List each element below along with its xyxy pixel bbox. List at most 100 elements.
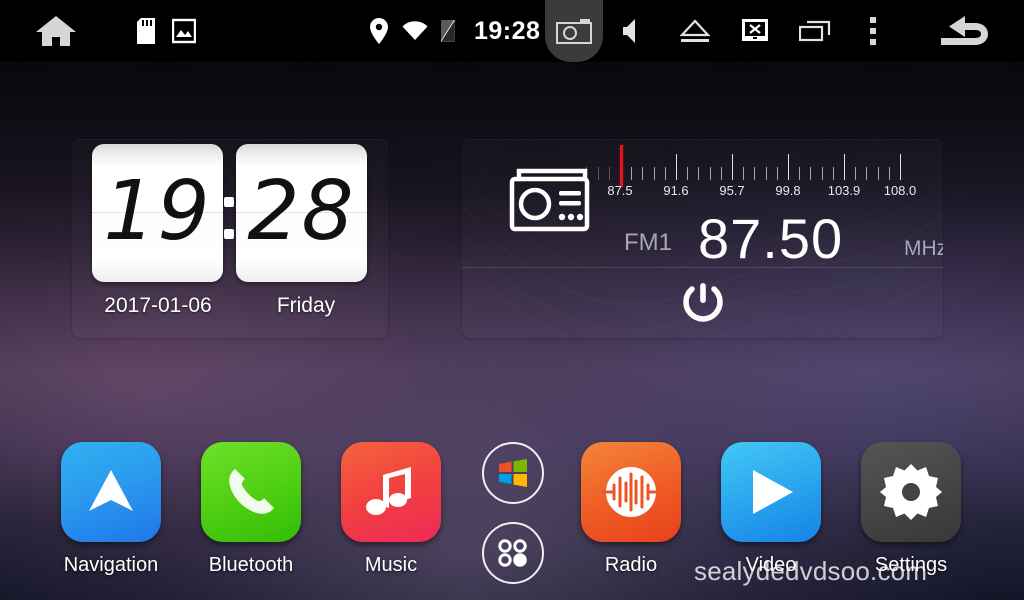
radio-readout: FM1 87.50 MHz	[620, 207, 943, 270]
app-dock: Navigation Bluetooth Music Radio Video S…	[0, 430, 1024, 600]
scale-tick-minor	[855, 167, 856, 180]
overflow-menu-icon[interactable]	[853, 0, 893, 62]
windows-button[interactable]	[482, 442, 544, 504]
radio-widget[interactable]: 87.5 91.6 95.7 99.8 103.9 108.0 FM1 87.50 MHz	[462, 139, 943, 338]
volume-icon[interactable]	[613, 0, 657, 62]
radio-wave-icon	[601, 467, 661, 517]
scale-tick-minor	[878, 167, 879, 180]
scale-label: 108.0	[883, 183, 917, 198]
scale-label: 103.9	[827, 183, 861, 198]
all-apps-button[interactable]	[482, 522, 544, 584]
app-bluetooth[interactable]: Bluetooth	[171, 430, 331, 577]
scale-tick-minor	[721, 167, 722, 180]
scale-tick-minor	[586, 167, 588, 180]
clock-minute-value: 28	[247, 163, 356, 259]
back-icon[interactable]	[930, 0, 996, 62]
scale-tick-major	[900, 154, 901, 180]
app-video[interactable]: Video	[691, 430, 851, 577]
scale-tick-minor	[754, 167, 755, 180]
radio-band-label: FM1	[624, 229, 672, 256]
scale-tick-minor	[631, 167, 632, 180]
scale-tick-minor	[665, 167, 666, 180]
mini-button-stack	[482, 430, 544, 584]
clock-colon-bottom	[224, 229, 234, 239]
status-bar-clock: 19:28	[474, 16, 541, 45]
scale-tick-minor	[766, 167, 767, 180]
navigation-tile[interactable]	[61, 442, 161, 542]
settings-tile[interactable]	[861, 442, 961, 542]
clock-weekday-label: Friday	[276, 294, 336, 317]
app-settings[interactable]: Settings	[831, 430, 991, 577]
scale-tick-minor	[799, 167, 800, 180]
windows-logo-icon	[499, 459, 527, 487]
status-bar: 19:28	[0, 0, 1024, 62]
clock-hour-card: 19	[92, 144, 223, 282]
music-tile[interactable]	[341, 442, 441, 542]
radio-tile[interactable]	[581, 442, 681, 542]
frequency-scale[interactable]	[586, 145, 901, 187]
scale-tick-minor	[608, 167, 610, 180]
scale-label: 91.6	[663, 183, 689, 198]
car-head-unit-home-screen: 19:28 19 28 2017-01-06 Friday 87.5 91.6 …	[0, 0, 1024, 600]
radio-device-icon	[507, 163, 591, 240]
scale-tick-minor	[654, 167, 655, 180]
radio-frequency-value: 87.50	[698, 207, 844, 270]
app-navigation[interactable]: Navigation	[31, 430, 191, 577]
clock-hour-value: 19	[103, 163, 212, 259]
app-radio[interactable]: Radio	[551, 430, 711, 577]
scale-tick-minor	[743, 167, 744, 180]
scale-label: 87.5	[607, 183, 633, 198]
navigation-arrow-icon	[89, 470, 133, 511]
scale-tick-minor	[698, 167, 699, 180]
home-icon[interactable]	[28, 0, 84, 62]
scale-tick-minor	[777, 167, 778, 180]
scale-tick-minor	[889, 167, 890, 180]
frequency-scale-labels: 87.5 91.6 95.7 99.8 103.9 108.0	[607, 183, 916, 201]
scale-tick-minor	[597, 167, 599, 180]
app-label-music: Music	[364, 554, 418, 576]
scale-tick-minor	[810, 167, 811, 180]
scale-tick-major	[788, 154, 789, 180]
scale-tick-minor	[833, 167, 834, 180]
scale-label: 99.8	[775, 183, 801, 198]
scale-label: 95.7	[719, 183, 745, 198]
scale-tick-minor	[687, 167, 688, 180]
screen-off-icon[interactable]	[733, 0, 777, 62]
clock-widget[interactable]: 19 28 2017-01-06 Friday	[72, 139, 388, 338]
power-icon	[682, 283, 723, 322]
radio-frequency-unit: MHz	[904, 237, 943, 260]
scale-tick-minor	[710, 167, 711, 180]
scale-tick-major	[732, 154, 733, 180]
clock-date-label: 2017-01-06	[104, 294, 212, 317]
radio-power-button[interactable]	[462, 268, 943, 338]
phone-handset-icon	[229, 469, 274, 514]
signal-off-icon	[434, 0, 462, 62]
app-label-navigation: Navigation	[63, 554, 159, 576]
play-triangle-icon	[753, 470, 793, 514]
music-note-icon	[366, 467, 411, 515]
clock-colon-top	[224, 197, 234, 207]
radio-tuner-area: 87.5 91.6 95.7 99.8 103.9 108.0 FM1 87.50 MHz	[462, 139, 943, 270]
gear-icon	[880, 464, 942, 520]
gallery-icon[interactable]	[166, 0, 202, 62]
scale-tick-major	[844, 154, 845, 180]
camera-icon[interactable]	[545, 0, 603, 62]
clock-minute-card: 28	[236, 144, 367, 282]
eject-icon[interactable]	[673, 0, 717, 62]
video-tile[interactable]	[721, 442, 821, 542]
bluetooth-tile[interactable]	[201, 442, 301, 542]
app-label-radio: Radio	[604, 554, 658, 576]
app-label-bluetooth: Bluetooth	[208, 554, 294, 576]
scale-tick-minor	[866, 167, 867, 180]
frequency-needle	[620, 145, 623, 187]
app-label-video: Video	[745, 554, 797, 576]
scale-tick-major	[676, 154, 677, 180]
app-label-settings: Settings	[874, 554, 948, 576]
recent-apps-icon[interactable]	[793, 0, 837, 62]
app-music[interactable]: Music	[311, 430, 471, 577]
sdcard-icon[interactable]	[128, 0, 164, 62]
all-apps-icon	[498, 539, 527, 567]
scale-tick-minor	[822, 167, 823, 180]
location-pin-icon	[364, 0, 394, 62]
wifi-icon	[398, 0, 432, 62]
